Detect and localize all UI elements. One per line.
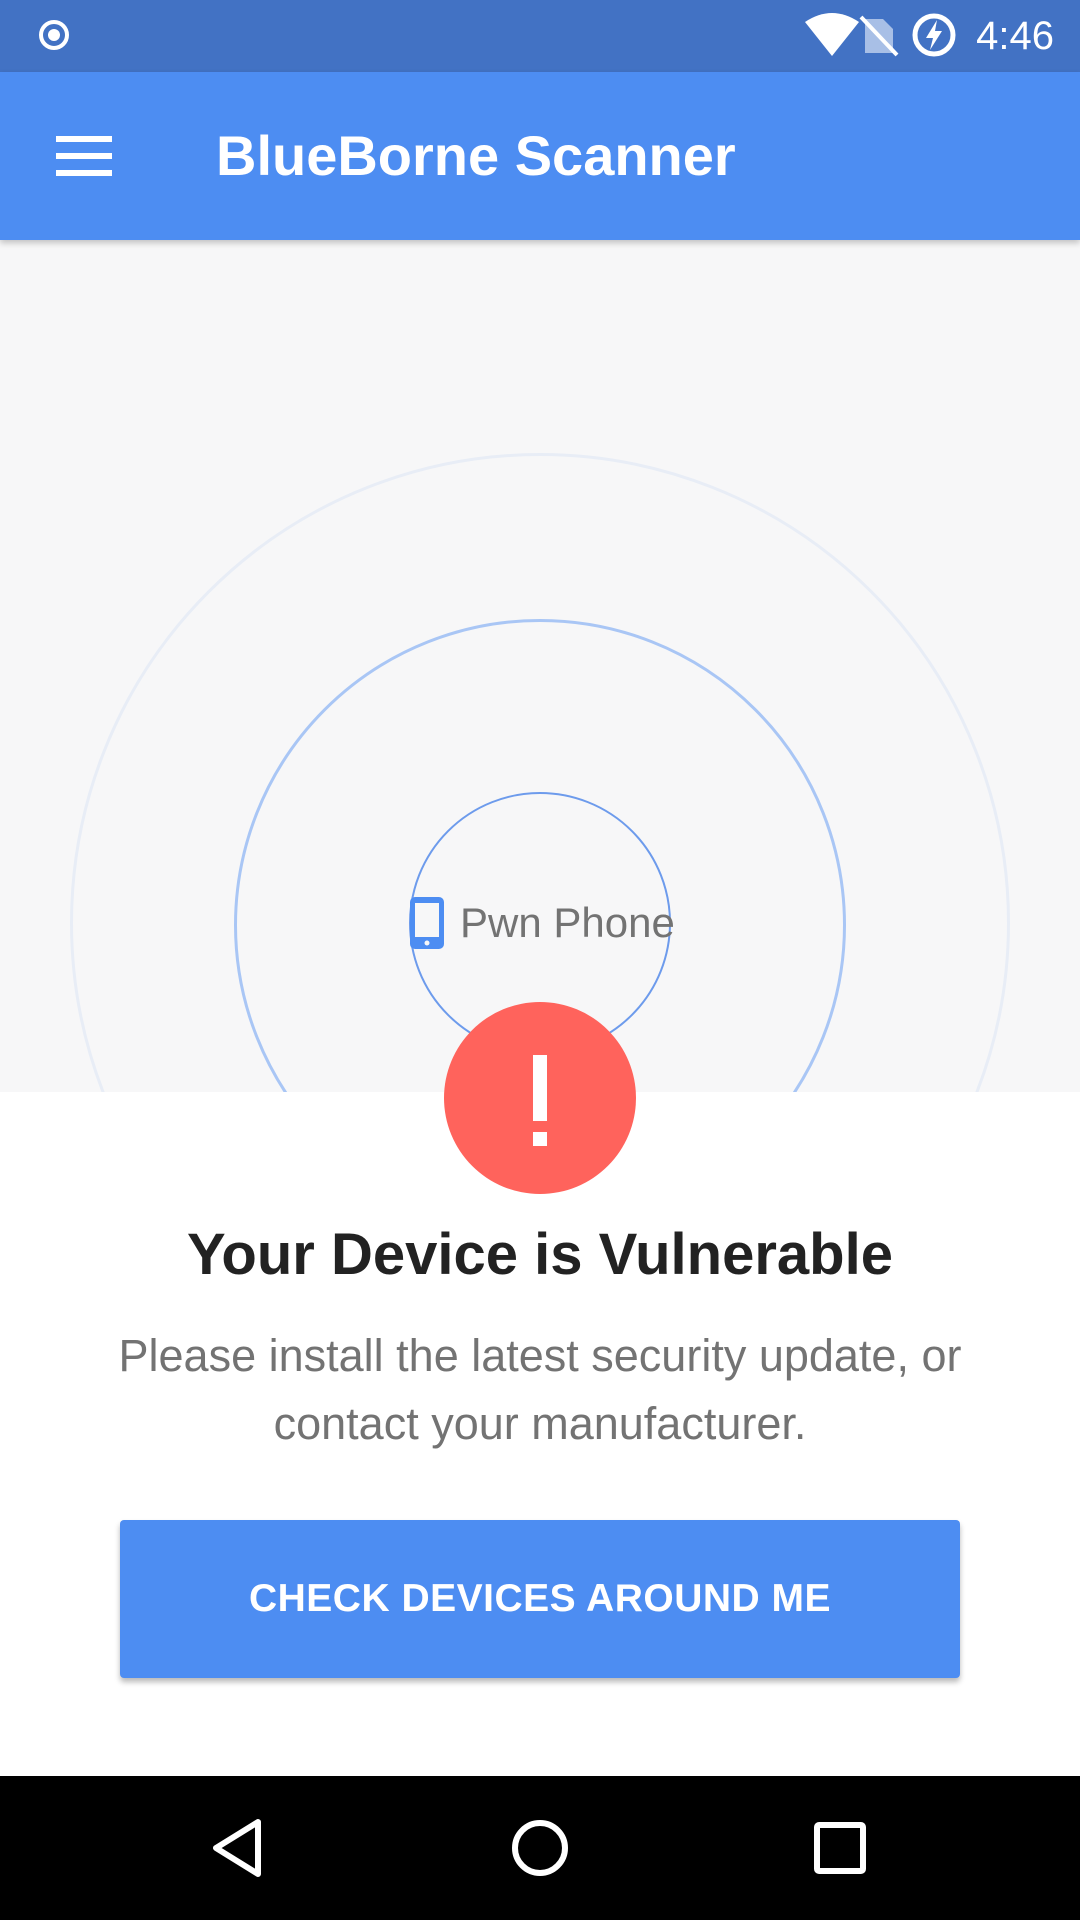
battery-charging-icon	[912, 13, 956, 57]
result-title: Your Device is Vulnerable	[187, 1222, 893, 1287]
app-bar: BlueBorne Scanner	[0, 72, 1080, 240]
status-bar: 4:46	[0, 0, 1080, 72]
screen: 4:46 BlueBorne Scanner Pwn Phone Your De…	[0, 0, 1080, 1920]
notification-target-icon	[39, 20, 69, 50]
home-icon[interactable]	[490, 1798, 590, 1898]
smartphone-icon	[410, 897, 444, 949]
wifi-icon	[805, 13, 859, 56]
no-sim-icon	[859, 15, 899, 57]
back-icon[interactable]	[190, 1798, 290, 1898]
recents-icon[interactable]	[790, 1798, 890, 1898]
hamburger-menu-icon[interactable]	[56, 136, 112, 176]
navigation-bar	[0, 1776, 1080, 1920]
result-message: Please install the latest security updat…	[118, 1330, 962, 1449]
radar-area: Pwn Phone	[0, 240, 1080, 1092]
device-name: Pwn Phone	[460, 899, 675, 946]
menu-button[interactable]	[28, 120, 140, 192]
check-devices-button[interactable]: CHECK DEVICES AROUND ME	[120, 1520, 960, 1678]
status-time: 4:46	[976, 14, 1054, 58]
vulnerable-status-badge	[444, 1002, 636, 1194]
app-title: BlueBorne Scanner	[216, 124, 736, 187]
